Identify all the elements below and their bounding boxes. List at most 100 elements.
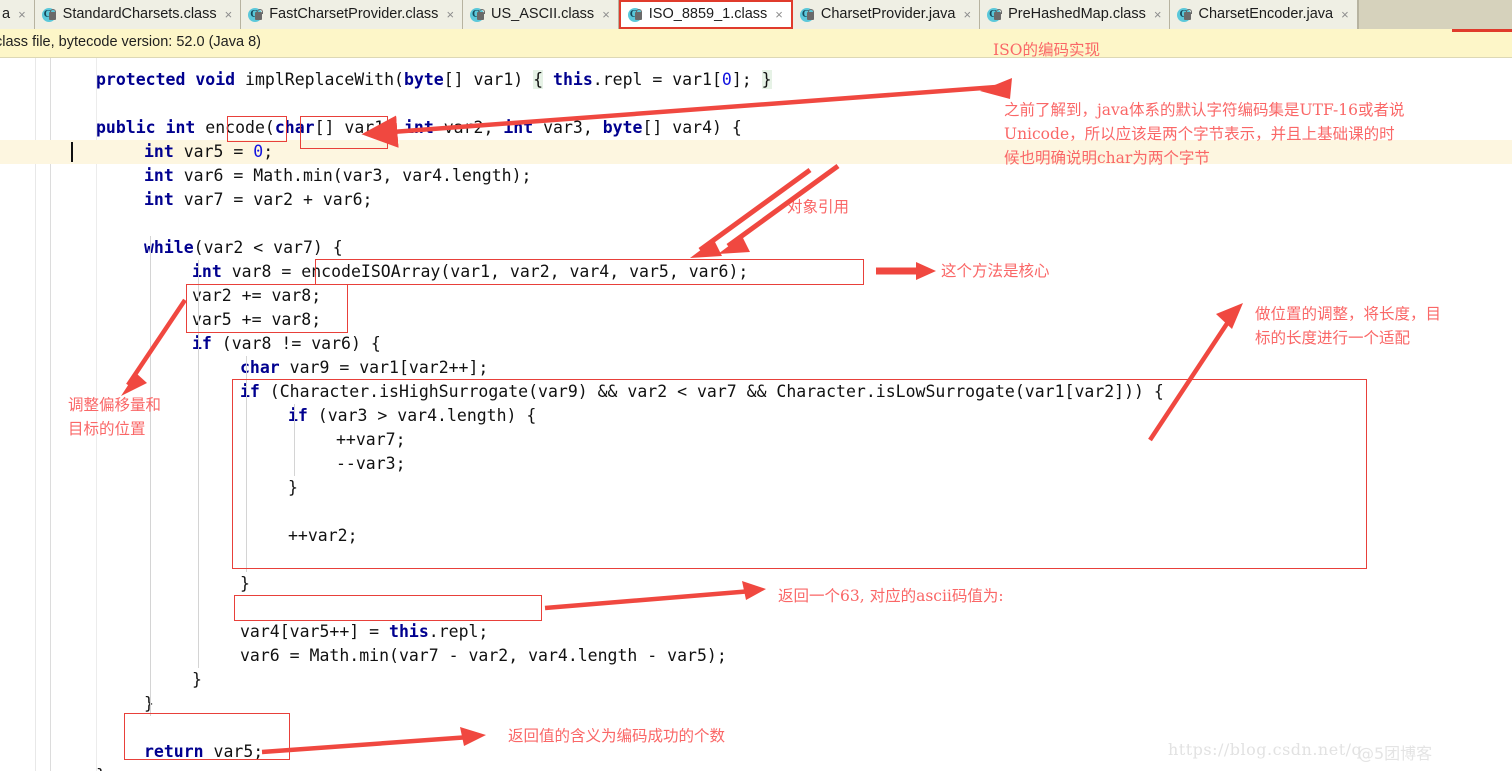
annotation-return-meaning: 返回值的含义为编码成功的个数 <box>508 727 726 745</box>
code-line: var4[var5++] = this.repl; <box>0 620 1512 644</box>
close-icon[interactable]: × <box>1341 0 1349 29</box>
code-token: implReplaceWith( <box>235 70 404 89</box>
code-token: .repl; <box>428 622 489 641</box>
annotation-ascii-value: 返回一个63, 对应的ascii码值为: <box>778 587 1004 605</box>
code-token: ; <box>263 142 274 161</box>
annotation-offset-adjust: 调整偏移量和 目标的位置 <box>68 396 162 438</box>
code-token: int <box>165 118 196 137</box>
highlight-box-repl-box <box>234 595 542 621</box>
code-token: this <box>553 70 593 89</box>
close-icon[interactable]: × <box>1154 0 1162 29</box>
editor-tab[interactable]: C CharsetProvider.java × <box>792 0 981 29</box>
highlight-box-var-add-box <box>186 284 348 333</box>
editor-tab[interactable]: C CharsetEncoder.java × <box>1170 0 1358 29</box>
code-token: int <box>404 118 434 137</box>
tab-bar-empty-space <box>1357 0 1512 29</box>
code-line: } <box>0 764 1512 771</box>
editor-tab-bar: a × C StandardCharsets.class × C FastCharsetPr… <box>0 0 1512 29</box>
close-icon[interactable]: × <box>963 0 971 29</box>
java-class-icon: C <box>248 7 264 23</box>
code-token: if <box>192 334 212 353</box>
close-icon[interactable]: × <box>225 0 233 29</box>
code-line: protected void implReplaceWith(byte[] va… <box>0 68 1512 92</box>
code-line: int var7 = var2 + var6; <box>0 188 1512 212</box>
editor-tab-label: FastCharsetProvider.class <box>269 6 439 22</box>
editor-tab-label: CharsetProvider.java <box>820 6 956 22</box>
code-line: } <box>0 668 1512 692</box>
code-token: while <box>144 238 194 257</box>
annotation-iso-impl: ISO的编码实现 <box>993 41 1100 59</box>
code-line: while(var2 < var7) { <box>0 236 1512 260</box>
editor-tab-label: US_ASCII.class <box>491 6 595 22</box>
code-token: [] var4) { <box>642 118 742 137</box>
code-token: var9 = var1[var2++]; <box>279 358 489 377</box>
editor-tab[interactable]: C ISO_8859_1.class × <box>618 0 793 29</box>
editor-tab[interactable]: a × <box>0 0 35 29</box>
code-token: var5 = <box>173 142 254 161</box>
code-token: protected <box>96 70 186 89</box>
bytecode-version-text: class file, bytecode version: 52.0 (Java… <box>0 34 261 50</box>
code-token: var4[var5++] = <box>240 622 390 641</box>
code-token: } <box>144 694 154 713</box>
watermark-url: https://blog.csdn.net/q <box>1168 740 1363 759</box>
java-class-icon: C <box>1177 7 1193 23</box>
highlight-box-encodeisoarray-box <box>315 259 864 285</box>
java-class-icon: C <box>470 7 486 23</box>
code-token: int <box>144 190 174 209</box>
editor-tab[interactable]: C PreHashedMap.class × <box>980 0 1171 29</box>
code-token: var6 = Math.min(var3, var4.length); <box>173 166 532 185</box>
code-token: byte <box>403 70 444 89</box>
close-icon[interactable]: × <box>602 0 610 29</box>
annotation-core-method: 这个方法是核心 <box>941 262 1050 280</box>
java-class-icon: C <box>41 7 58 23</box>
annotation-length-adjust: 做位置的调整，将长度，目 标的长度进行一个适配 <box>1255 305 1442 347</box>
editor-tab-label: CharsetEncoder.java <box>1198 6 1334 22</box>
code-token: .repl = var1[ <box>592 70 722 89</box>
highlight-box-encode-box <box>227 116 287 142</box>
annotation-unicode-note: 之前了解到，java体系的默认字符编码集是UTF-16或者说 Unicode，所… <box>1004 101 1405 167</box>
banner-red-marker <box>1452 29 1512 32</box>
code-line: } <box>0 572 1512 596</box>
bytecode-version-banner: class file, bytecode version: 52.0 (Java… <box>0 29 1512 58</box>
editor-tab[interactable]: C StandardCharsets.class × <box>34 0 242 29</box>
code-token: (var8 != var6) { <box>211 334 381 353</box>
code-token: var7 = var2 + var6; <box>173 190 373 209</box>
highlight-box-return-box <box>124 713 290 760</box>
code-token: byte <box>602 118 643 137</box>
code-token: int <box>192 262 222 281</box>
close-icon[interactable]: × <box>446 0 454 29</box>
code-token: [] var1) <box>443 70 534 89</box>
code-line: char var9 = var1[var2++]; <box>0 356 1512 380</box>
java-class-icon: C <box>627 7 644 23</box>
code-token: } <box>96 766 106 771</box>
java-class-icon: C <box>799 7 816 23</box>
editor-tab[interactable]: C FastCharsetProvider.class × <box>241 0 464 29</box>
code-token: ]; <box>731 70 762 89</box>
indent-guide <box>150 236 151 716</box>
editor-tab[interactable]: C US_ASCII.class × <box>463 0 619 29</box>
code-token: public <box>96 118 156 137</box>
annotation-object-ref: 对象引用 <box>787 198 850 216</box>
code-token: 0 <box>253 142 264 161</box>
code-token: var3, <box>533 118 603 137</box>
editor-tab-label: StandardCharsets.class <box>62 6 217 22</box>
code-token: void <box>195 70 236 89</box>
editor-tab-label: PreHashedMap.class <box>1008 6 1146 22</box>
code-token: (var2 < var7) { <box>193 238 343 257</box>
close-icon[interactable]: × <box>18 0 26 29</box>
code-token: var6 = Math.min(var7 - var2, var4.length… <box>240 646 727 665</box>
java-class-icon: C <box>987 7 1003 23</box>
code-token: { <box>533 70 544 89</box>
code-token: int <box>503 118 534 137</box>
highlight-box-if-surrogate-box <box>232 379 1367 569</box>
watermark-suffix: @5团博客 <box>1358 744 1433 763</box>
close-icon[interactable]: × <box>775 0 783 29</box>
code-token: } <box>240 574 250 593</box>
code-token: int <box>144 166 174 185</box>
code-token: } <box>761 70 772 89</box>
editor-tab-label: a <box>2 6 11 22</box>
code-token: 0 <box>721 70 732 89</box>
